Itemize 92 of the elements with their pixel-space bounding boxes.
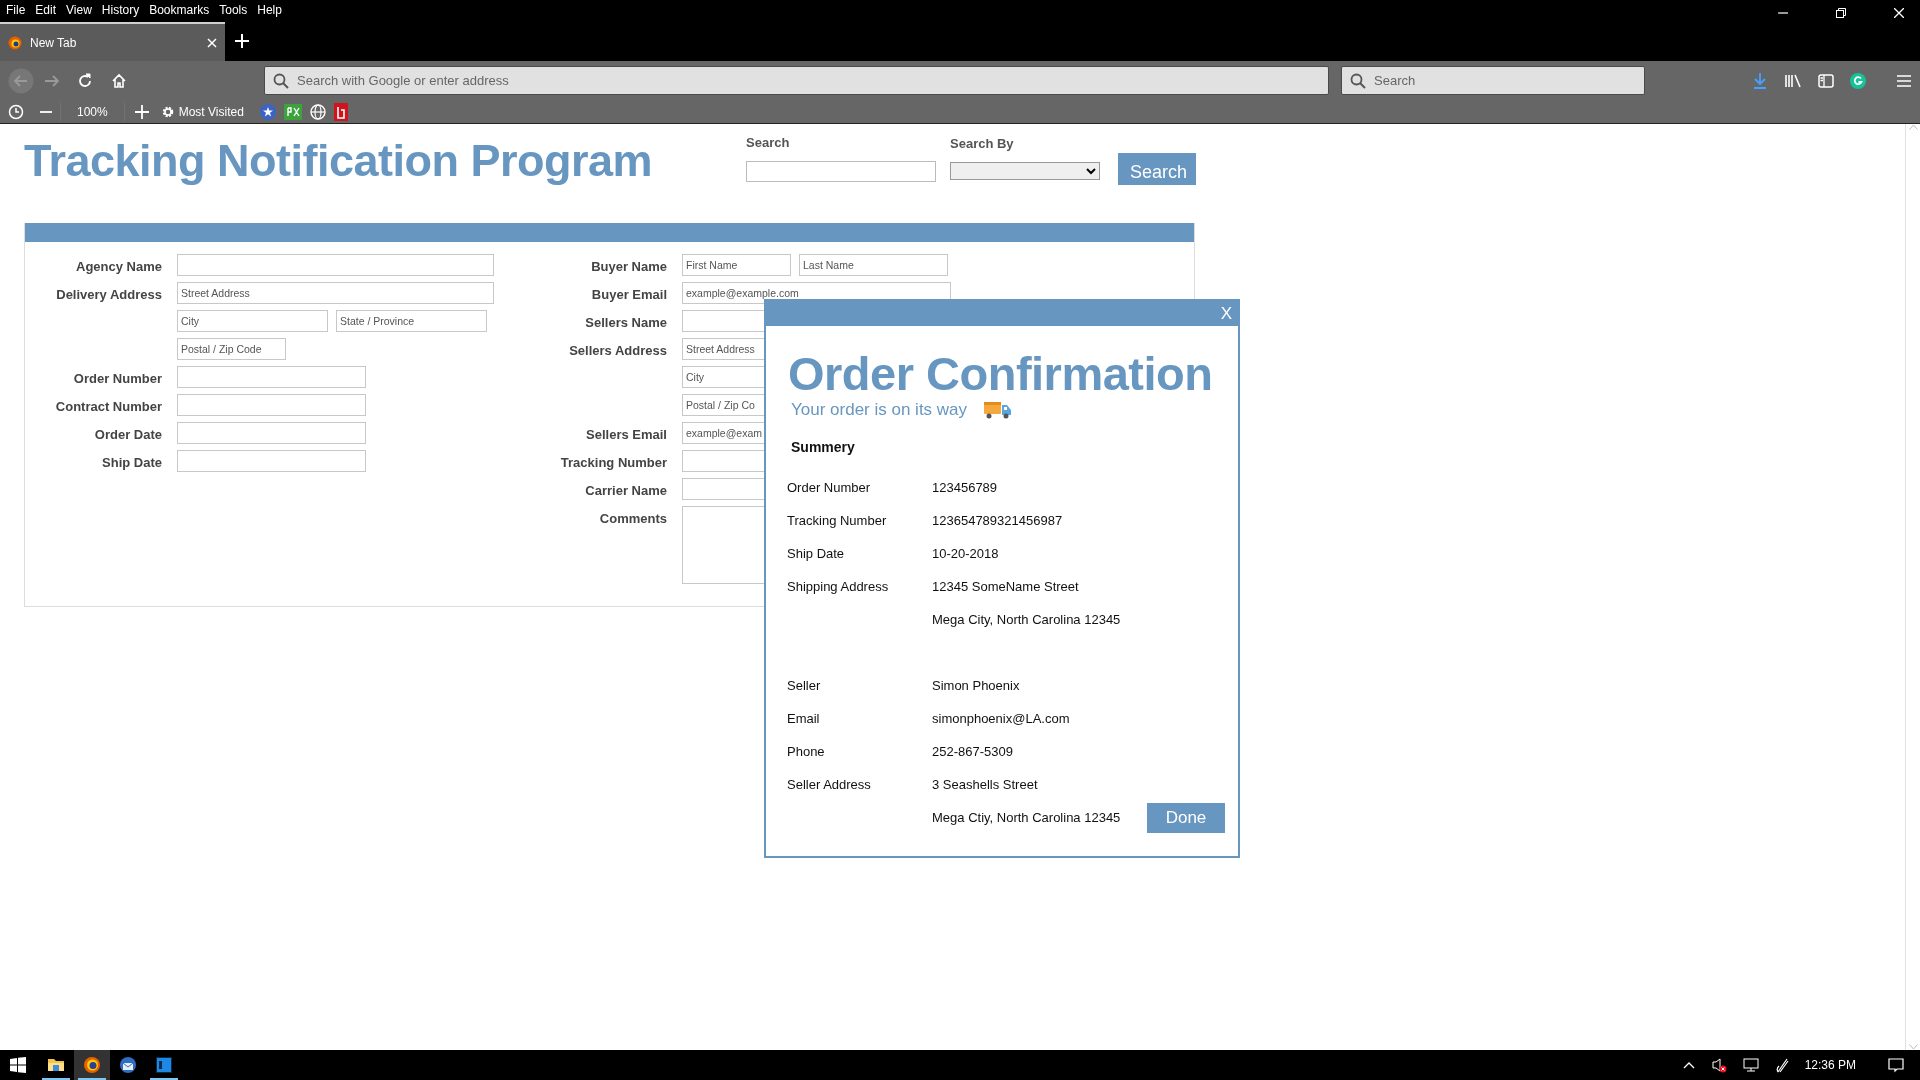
field-label: Order Date (94, 427, 162, 442)
truck-icon (983, 399, 1014, 420)
summary-label: Phone (787, 744, 825, 760)
zoom-level[interactable]: 100% (60, 102, 125, 121)
zoom-in-icon[interactable] (134, 104, 149, 119)
input-field[interactable] (177, 254, 494, 276)
field-label: Order Number (73, 371, 162, 386)
gear-icon (160, 104, 175, 119)
summary-label: Order Number (787, 480, 871, 496)
field-label: Comments (599, 511, 667, 526)
menu-item[interactable]: Help (253, 1, 288, 19)
summary-value: Mega Ctiy, North Carolina 12345 (932, 809, 1121, 828)
pen-icon[interactable] (1774, 1057, 1789, 1073)
browser-tab[interactable]: New Tab (0, 22, 225, 61)
extension-icon[interactable] (1850, 72, 1866, 89)
field-label: Sellers Address (569, 343, 667, 358)
field-label: Ship Date (102, 455, 162, 470)
summary-value: 12345 SomeName Street (932, 578, 1079, 597)
notification-icon[interactable] (1888, 1057, 1904, 1073)
menu-item[interactable]: History (97, 1, 146, 19)
photoshop-icon[interactable] (155, 1056, 173, 1074)
summary-label: Seller Address (787, 777, 871, 793)
address-bar[interactable]: Search with Google or enter address (264, 66, 1329, 95)
input-field[interactable]: Street Address (177, 282, 494, 304)
input-field[interactable]: State / Province (336, 310, 487, 332)
firefox-icon[interactable] (83, 1056, 101, 1074)
close-icon[interactable] (207, 37, 217, 48)
field-label: Sellers Email (586, 427, 667, 442)
summary-value: 123654789321456987 (932, 512, 1063, 531)
search-by-dropdown[interactable] (950, 161, 1100, 180)
input-field[interactable] (177, 366, 366, 388)
most-visited-bookmark[interactable]: Most Visited (160, 102, 244, 121)
menu-item[interactable]: File (2, 1, 32, 19)
volume-muted-icon[interactable] (1710, 1057, 1727, 1073)
input-field[interactable] (177, 450, 366, 472)
sidebar-icon[interactable] (1818, 73, 1834, 88)
summary-label: Tracking Number (787, 513, 887, 529)
input-field[interactable]: Postal / Zip Code (177, 338, 286, 360)
menu-item[interactable]: Edit (31, 1, 63, 19)
field-label: Search (746, 134, 791, 152)
summary-value: simonphoenix@LA.com (932, 710, 1070, 729)
menu-item[interactable]: Tools (215, 1, 254, 19)
summary-label: Shipping Address (787, 579, 889, 595)
network-icon[interactable] (1742, 1058, 1759, 1072)
input-field[interactable]: Last Name (799, 254, 948, 276)
section-title: Summery (791, 437, 856, 457)
windows-icon[interactable] (10, 1057, 26, 1073)
field-label: Buyer Email (591, 287, 667, 302)
summary-value: 252-867-5309 (932, 743, 1013, 762)
field-label: Contract Number (55, 399, 162, 414)
field-label: Sellers Name (585, 315, 667, 330)
chevron-up-icon[interactable] (1682, 1061, 1695, 1069)
summary-value: 10-20-2018 (932, 545, 999, 564)
dialog-subtitle: Your order is on its way (791, 399, 968, 421)
firefox-icon (8, 35, 22, 50)
new-tab-icon[interactable] (235, 34, 249, 48)
input-field[interactable]: City (177, 310, 328, 332)
globe-icon[interactable] (309, 103, 326, 120)
page-title: Tracking Notification Program (24, 138, 654, 183)
field-label: Delivery Address (56, 287, 162, 302)
summary-label: Ship Date (787, 546, 845, 562)
input-field[interactable] (177, 422, 366, 444)
summary-value: 3 Seashells Street (932, 776, 1038, 795)
summary-label: Email (787, 711, 820, 727)
field-label: Buyer Name (591, 259, 667, 274)
clock-time[interactable]: 12:36 PM (1804, 1056, 1856, 1074)
summary-value: Mega City, North Carolina 12345 (932, 611, 1121, 630)
home-icon[interactable] (111, 72, 127, 89)
field-label: Agency Name (76, 259, 162, 274)
restore-icon[interactable] (1836, 8, 1846, 18)
mail-icon[interactable] (119, 1056, 137, 1074)
library-icon[interactable] (1784, 72, 1802, 89)
menu-item[interactable]: Bookmarks (145, 1, 216, 19)
field-label: Carrier Name (585, 483, 667, 498)
input-field[interactable] (177, 394, 366, 416)
history-icon[interactable] (8, 103, 24, 120)
field-label: Search By (950, 135, 1015, 153)
close-icon[interactable] (1894, 8, 1904, 18)
menu-icon[interactable] (1896, 73, 1912, 88)
search-field[interactable] (746, 160, 936, 182)
bookmark-icon[interactable] (333, 102, 348, 121)
summary-value: 123456789 (932, 479, 998, 498)
tab-title: New Tab (30, 34, 77, 52)
menu-item[interactable]: View (62, 1, 98, 19)
search-bar[interactable]: Search (1341, 66, 1645, 95)
bookmark-icon[interactable] (283, 103, 302, 120)
input-field[interactable]: First Name (682, 254, 791, 276)
field-label: Tracking Number (560, 455, 667, 470)
folder-icon[interactable] (47, 1056, 65, 1074)
summary-value: Simon Phoenix (932, 677, 1020, 696)
reload-icon[interactable] (77, 72, 93, 89)
summary-label: Seller (787, 678, 821, 694)
